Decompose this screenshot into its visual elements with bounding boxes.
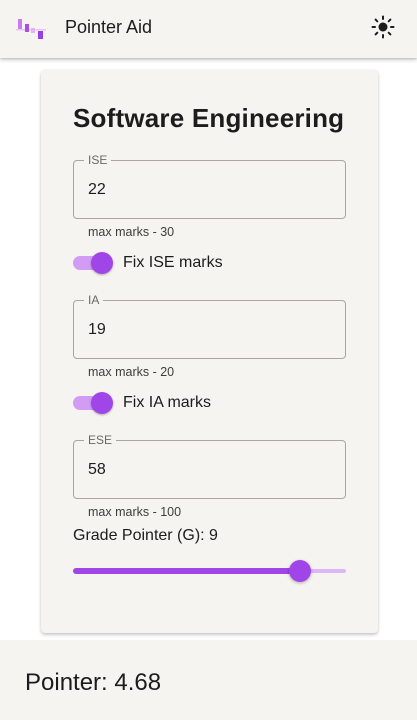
ise-helper-text: max marks - 30 [88,225,175,239]
slider-fill [73,568,300,574]
ia-input[interactable] [88,319,328,341]
pointer-result: Pointer: 4.68 [25,669,162,696]
ese-field[interactable]: ESE [73,433,346,499]
result-footer: Pointer: 4.68 [0,640,417,720]
fix-ise-label: Fix ISE marks [123,254,223,271]
sun-icon [371,15,395,44]
app-bar: Pointer Aid [0,0,417,58]
switch-thumb [91,252,113,274]
switch-thumb [91,392,113,414]
fix-ia-switch-row[interactable]: Fix IA marks [73,390,211,416]
subject-title: Software Engineering [73,103,345,133]
slider-thumb[interactable] [288,560,311,582]
ese-input[interactable] [88,459,328,481]
fix-ise-switch-row[interactable]: Fix ISE marks [73,250,223,276]
app-title: Pointer Aid [65,17,153,37]
ise-input[interactable] [88,179,328,201]
fix-ia-label: Fix IA marks [123,394,212,411]
theme-toggle-button[interactable] [368,14,398,44]
grade-pointer-label: Grade Pointer (G): 9 [73,527,218,544]
grade-pointer-slider[interactable] [73,559,346,583]
ia-field[interactable]: IA [73,293,346,359]
ise-field-label: ISE [84,153,112,167]
ia-field-label: IA [84,293,104,307]
fix-ia-switch[interactable] [73,391,113,415]
ise-field[interactable]: ISE [73,153,346,219]
ia-helper-text: max marks - 20 [88,365,175,379]
subject-card: Software Engineering ISE max marks - 30 … [41,70,378,633]
bars-logo-icon [16,15,46,43]
fix-ise-switch[interactable] [73,251,113,275]
ese-helper-text: max marks - 100 [88,505,182,519]
ese-field-label: ESE [84,433,117,447]
